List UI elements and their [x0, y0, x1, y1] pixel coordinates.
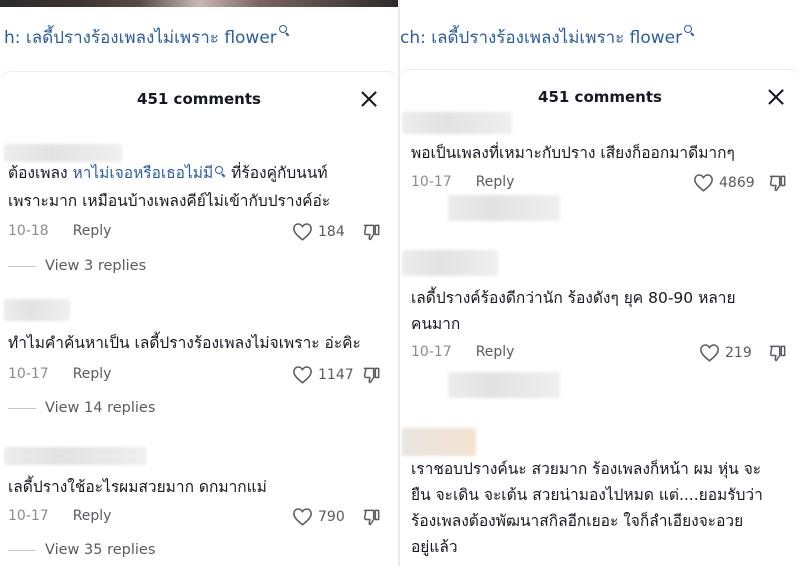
view-replies-button[interactable]: View 3 replies — [8, 258, 146, 274]
dislike-icon[interactable] — [362, 222, 382, 242]
comment-text: พอเป็นเพลงที่เหมาะกับปราง เสียงก็ออกมาดี… — [411, 144, 735, 162]
close-icon[interactable] — [767, 88, 785, 106]
close-icon[interactable] — [360, 90, 378, 108]
comment-date: 10-18 — [8, 223, 49, 239]
redacted-avatar — [402, 428, 476, 456]
like-button[interactable]: 1147 — [292, 365, 354, 384]
right-screenshot-panel: ch: เลดี้ปรางร้องเพลงไม่เพราะ flower 451… — [400, 0, 800, 566]
comment-text-part: ต้องเพลง — [8, 164, 73, 182]
view-replies-label[interactable]: View 3 replies — [45, 258, 146, 274]
replies-divider — [8, 549, 36, 551]
like-button[interactable]: 219 — [699, 343, 752, 362]
search-icon[interactable] — [684, 25, 695, 36]
redacted-username — [448, 372, 560, 398]
comments-count: 451 comments — [538, 88, 662, 106]
comment-date: 10-17 — [411, 174, 452, 190]
search-prefix: h: — [4, 28, 21, 48]
redacted-username — [448, 195, 560, 221]
video-thumbnail-strip — [0, 0, 398, 7]
comment-text: เลดี้ปรางใช้อะไรผมสวยมาก ดกมากแม่ — [8, 478, 267, 496]
comment-text-line2: เพราะมาก เหมือนบ้างเพลงคีย์ไม่เข้ากับปรา… — [8, 192, 331, 210]
dislike-icon[interactable] — [768, 173, 788, 193]
dislike-icon[interactable] — [768, 343, 788, 363]
heart-icon[interactable] — [292, 365, 313, 384]
comment-date: 10-17 — [8, 508, 49, 524]
comment-text-part: ที่ร้องคู่กับนนท์ — [226, 164, 328, 182]
replies-divider — [8, 265, 36, 267]
comment-meta: 10-17 Reply — [8, 508, 111, 524]
search-query[interactable]: เลดี้ปรางร้องเพลงไม่เพราะ flower — [431, 28, 682, 48]
dislike-icon[interactable] — [362, 365, 382, 385]
view-replies-label[interactable]: View 35 replies — [45, 542, 155, 558]
like-button[interactable]: 790 — [292, 507, 345, 526]
like-button[interactable]: 4869 — [693, 173, 755, 192]
comment-date: 10-17 — [8, 366, 49, 382]
comment-meta: 10-17 Reply — [411, 174, 514, 190]
comments-count: 451 comments — [137, 90, 261, 108]
redacted-username — [4, 299, 70, 321]
search-icon — [215, 166, 226, 177]
heart-icon[interactable] — [699, 343, 720, 362]
comment-meta: 10-17 Reply — [411, 344, 514, 360]
redacted-username — [4, 447, 146, 465]
search-query[interactable]: เลดี้ปรางร้องเพลงไม่เพราะ flower — [26, 28, 277, 48]
comment-text: ทำไมคำค้นหาเป็น เลดี้ปรางร้องเพลงไม่จเพร… — [8, 334, 361, 352]
redacted-avatar — [402, 250, 498, 276]
comment-text-line4: อยู่แล้ว — [411, 538, 458, 556]
heart-icon[interactable] — [292, 507, 313, 526]
search-suggestion[interactable]: ch: เลดี้ปรางร้องเพลงไม่เพราะ flower — [400, 24, 695, 51]
comment-text: ต้องเพลง หาไม่เจอหรือเธอไม่มี ที่ร้องคู่… — [8, 158, 328, 188]
heart-icon[interactable] — [693, 173, 714, 192]
comment-text-line2: คนมาก — [411, 315, 461, 333]
reply-button[interactable]: Reply — [73, 223, 112, 239]
like-count: 184 — [318, 223, 345, 240]
like-count: 1147 — [318, 366, 354, 383]
dislike-icon[interactable] — [362, 507, 382, 527]
like-count: 219 — [725, 344, 752, 361]
search-link[interactable]: หาไม่เจอหรือเธอไม่มี — [72, 164, 213, 182]
like-button[interactable]: 184 — [292, 222, 345, 241]
search-icon[interactable] — [278, 25, 290, 36]
comment-text-line3: ร้องเพลงต้องพัฒนาสกิลอีกเยอะ ใจก็ลำเอียง… — [411, 512, 744, 530]
replies-divider — [8, 407, 36, 409]
reply-button[interactable]: Reply — [73, 366, 112, 382]
view-replies-label[interactable]: View 14 replies — [45, 400, 155, 416]
comment-date: 10-17 — [411, 344, 452, 360]
like-count: 4869 — [719, 174, 755, 191]
comment-meta: 10-17 Reply — [8, 366, 111, 382]
heart-icon[interactable] — [292, 222, 313, 241]
comment-meta: 10-18 Reply — [8, 223, 111, 239]
left-screenshot-panel: h: เลดี้ปรางร้องเพลงไม่เพราะ flower 451 … — [0, 0, 398, 566]
reply-button[interactable]: Reply — [476, 174, 515, 190]
view-replies-button[interactable]: View 35 replies — [8, 542, 155, 558]
reply-button[interactable]: Reply — [476, 344, 515, 360]
redacted-username — [402, 112, 512, 134]
reply-button[interactable]: Reply — [73, 508, 112, 524]
like-count: 790 — [318, 508, 345, 525]
search-suggestion[interactable]: h: เลดี้ปรางร้องเพลงไม่เพราะ flower — [4, 24, 290, 51]
view-replies-button[interactable]: View 14 replies — [8, 400, 155, 416]
search-prefix: ch: — [400, 28, 426, 48]
